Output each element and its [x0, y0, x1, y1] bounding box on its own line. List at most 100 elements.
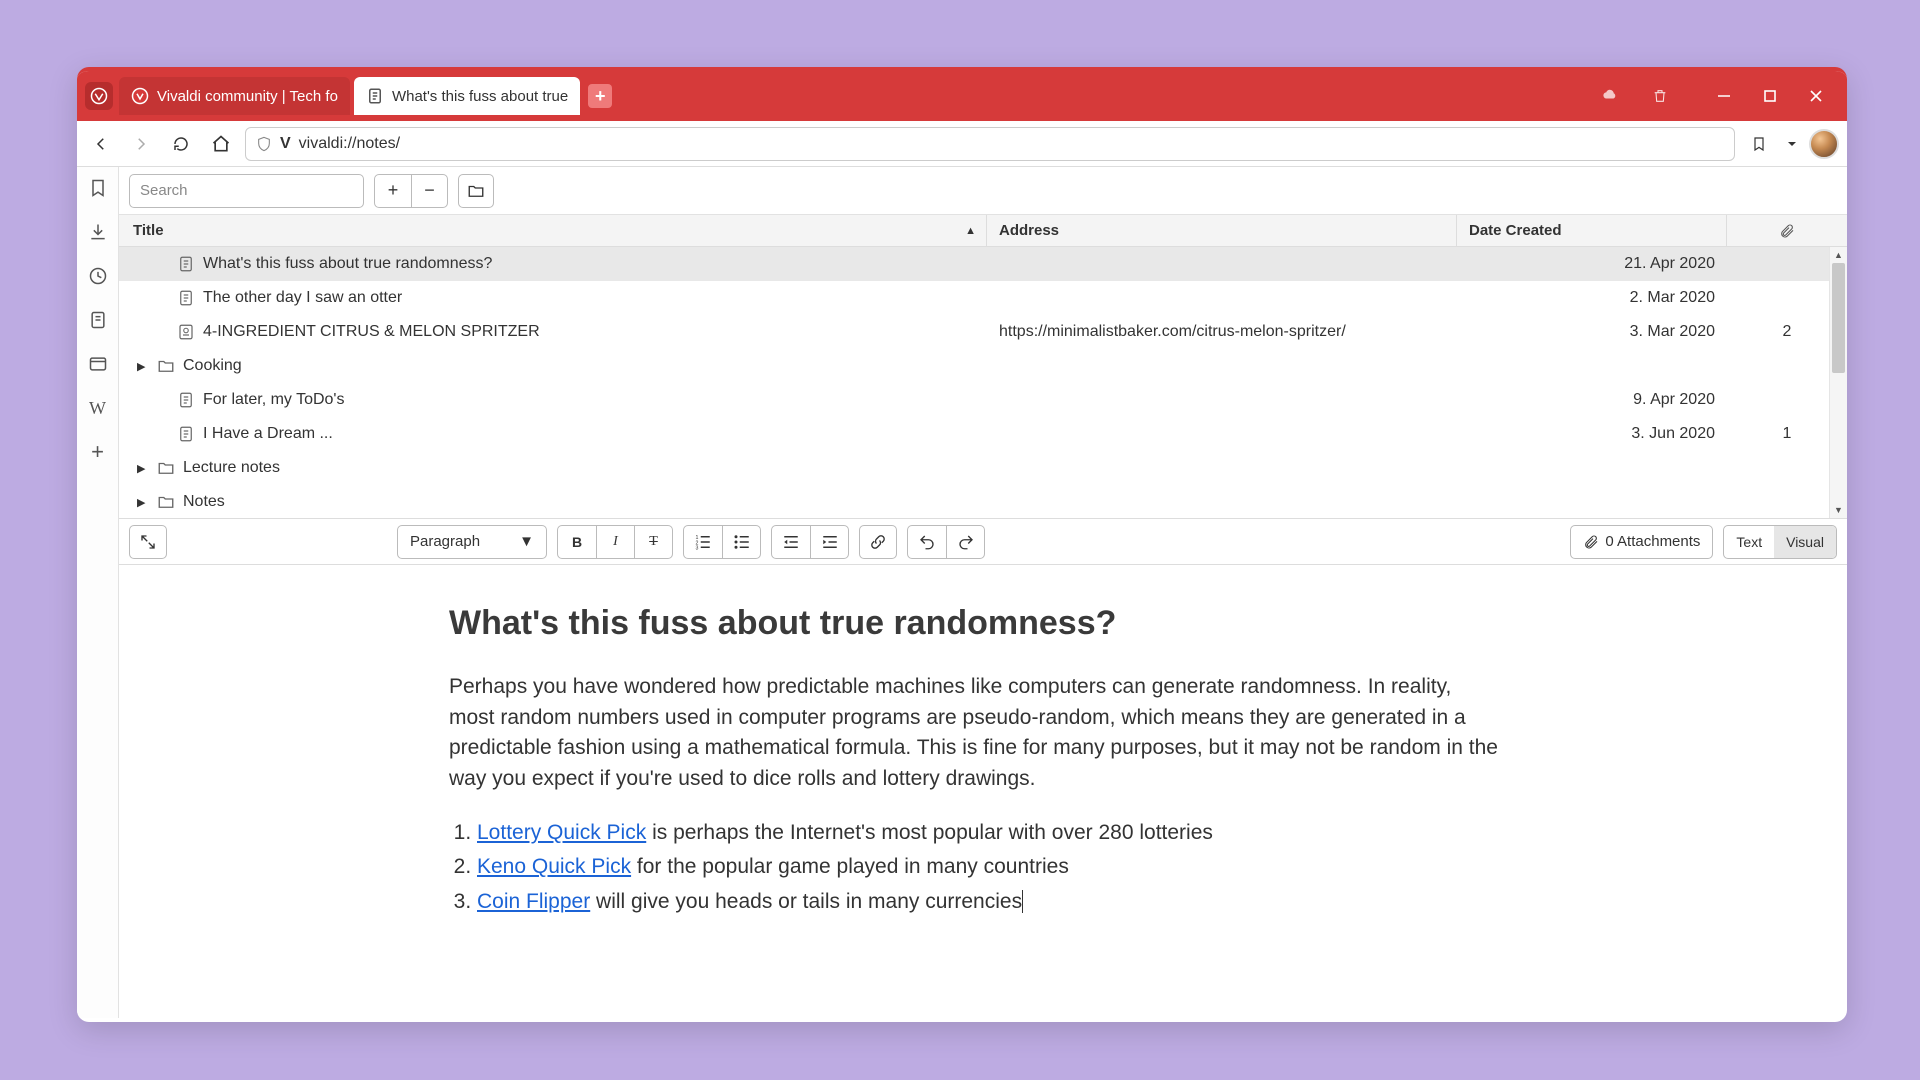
note-icon: [366, 87, 384, 105]
home-button[interactable]: [205, 128, 237, 160]
columns-header: Title ▲ Address Date Created: [119, 215, 1847, 247]
note-row[interactable]: For later, my ToDo's9. Apr 2020: [119, 383, 1847, 417]
note-row[interactable]: ▶ Cooking: [119, 349, 1847, 383]
note-row[interactable]: I Have a Dream ...3. Jun 20201: [119, 417, 1847, 451]
back-button[interactable]: [85, 128, 117, 160]
list-group: 123: [683, 525, 761, 559]
expand-editor-button[interactable]: [129, 525, 167, 559]
vivaldi-icon: [131, 87, 149, 105]
note-date: 3. Mar 2020: [1457, 323, 1727, 341]
attachment-icon: [1779, 223, 1795, 239]
forward-button[interactable]: [125, 128, 157, 160]
scroll-up-icon[interactable]: ▲: [1830, 247, 1847, 263]
column-attachments[interactable]: [1727, 215, 1847, 246]
maximize-button[interactable]: [1747, 73, 1793, 119]
url-field[interactable]: V vivaldi://notes/: [245, 127, 1735, 161]
note-date: 9. Apr 2020: [1457, 391, 1727, 409]
undo-button[interactable]: [908, 526, 946, 558]
tab-vivaldi-community[interactable]: Vivaldi community | Tech fo: [119, 77, 350, 115]
add-note-button[interactable]: +: [375, 175, 411, 207]
note-row[interactable]: ▶ Lecture notes: [119, 451, 1847, 485]
indent-group: [771, 525, 849, 559]
expand-icon[interactable]: ▶: [137, 496, 149, 509]
reload-button[interactable]: [165, 128, 197, 160]
note-row[interactable]: ▶ Notes: [119, 485, 1847, 519]
note-title-text: What's this fuss about true randomness?: [203, 255, 492, 273]
unordered-list-button[interactable]: [722, 526, 760, 558]
paragraph-style-select[interactable]: Paragraph ▼: [397, 525, 547, 559]
cloud-sync-icon[interactable]: [1587, 73, 1633, 119]
note-link[interactable]: Coin Flipper: [477, 890, 590, 913]
italic-button[interactable]: I: [596, 526, 634, 558]
note-link[interactable]: Keno Quick Pick: [477, 855, 631, 878]
note-title: What's this fuss about true randomness?: [449, 599, 1787, 648]
folder-icon: [157, 357, 175, 375]
profile-avatar[interactable]: [1809, 129, 1839, 159]
downloads-panel-icon[interactable]: [87, 221, 109, 243]
expand-icon[interactable]: ▶: [137, 360, 149, 373]
column-address[interactable]: Address: [987, 215, 1457, 246]
visual-mode-button[interactable]: Visual: [1774, 526, 1836, 558]
redo-button[interactable]: [946, 526, 984, 558]
ordered-list-button[interactable]: 123: [684, 526, 722, 558]
strikethrough-button[interactable]: T: [634, 526, 672, 558]
web-note-icon: [177, 323, 195, 341]
tab-notes-active[interactable]: What's this fuss about true: [354, 77, 580, 115]
note-row[interactable]: What's this fuss about true randomness? 2…: [119, 247, 1847, 281]
search-input[interactable]: Search: [129, 174, 364, 208]
note-link[interactable]: Lottery Quick Pick: [477, 821, 646, 844]
note-title-text: Cooking: [183, 357, 242, 375]
note-icon: [177, 289, 195, 307]
note-icon: [177, 425, 195, 443]
note-date: 2. Mar 2020: [1457, 289, 1727, 307]
indent-button[interactable]: [810, 526, 848, 558]
column-title[interactable]: Title ▲: [119, 215, 987, 246]
history-panel-icon[interactable]: [87, 265, 109, 287]
window-panel-icon[interactable]: [87, 353, 109, 375]
search-placeholder: Search: [140, 182, 188, 199]
note-paragraph: Perhaps you have wondered how predictabl…: [449, 672, 1499, 794]
notes-panel-icon[interactable]: [87, 309, 109, 331]
editor-body[interactable]: What's this fuss about true randomness? …: [119, 565, 1847, 1018]
close-button[interactable]: [1793, 73, 1839, 119]
attachment-icon: [1583, 534, 1599, 550]
text-mode-button[interactable]: Text: [1724, 526, 1774, 558]
wikipedia-panel-icon[interactable]: W: [87, 397, 109, 419]
note-title-text: Lecture notes: [183, 459, 280, 477]
bookmark-button[interactable]: [1743, 128, 1775, 160]
add-panel-button[interactable]: +: [87, 441, 109, 463]
expand-icon[interactable]: ▶: [137, 462, 149, 475]
scrollbar[interactable]: ▲ ▼: [1829, 247, 1847, 518]
scrollbar-thumb[interactable]: [1832, 263, 1845, 373]
column-date[interactable]: Date Created: [1457, 215, 1727, 246]
attachments-button[interactable]: 0 Attachments: [1570, 525, 1713, 559]
minimize-button[interactable]: [1701, 73, 1747, 119]
panel-rail: W +: [77, 167, 119, 1018]
browser-window: Vivaldi community | Tech fo What's this …: [77, 67, 1847, 1022]
tab-label: What's this fuss about true: [392, 88, 568, 105]
insert-link-button[interactable]: [859, 525, 897, 559]
note-icon: [177, 255, 195, 273]
folder-icon: [157, 459, 175, 477]
bookmarks-panel-icon[interactable]: [87, 177, 109, 199]
list-item: Keno Quick Pick for the popular game pla…: [477, 852, 1787, 882]
note-row[interactable]: 4-INGREDIENT CITRUS & MELON SPRITZERhttp…: [119, 315, 1847, 349]
new-folder-button[interactable]: [458, 174, 494, 208]
note-row[interactable]: The other day I saw an otter2. Mar 2020: [119, 281, 1847, 315]
new-tab-button[interactable]: +: [588, 84, 612, 108]
chevron-down-icon: ▼: [519, 533, 534, 550]
outdent-button[interactable]: [772, 526, 810, 558]
note-title-text: 4-INGREDIENT CITRUS & MELON SPRITZER: [203, 323, 540, 341]
note-date: 21. Apr 2020: [1457, 255, 1727, 273]
trash-icon[interactable]: [1637, 73, 1683, 119]
note-ordered-list: Lottery Quick Pick is perhaps the Intern…: [449, 818, 1787, 917]
remove-note-button[interactable]: −: [411, 175, 447, 207]
bookmark-dropdown-icon[interactable]: [1783, 128, 1801, 160]
note-title-text: Notes: [183, 493, 225, 511]
scroll-down-icon[interactable]: ▼: [1830, 502, 1847, 518]
title-bar: Vivaldi community | Tech fo What's this …: [77, 71, 1847, 121]
main-content: W + Search + − Title ▲: [77, 167, 1847, 1018]
bold-button[interactable]: B: [558, 526, 596, 558]
vivaldi-logo[interactable]: [85, 82, 113, 110]
shield-icon: [256, 136, 272, 152]
